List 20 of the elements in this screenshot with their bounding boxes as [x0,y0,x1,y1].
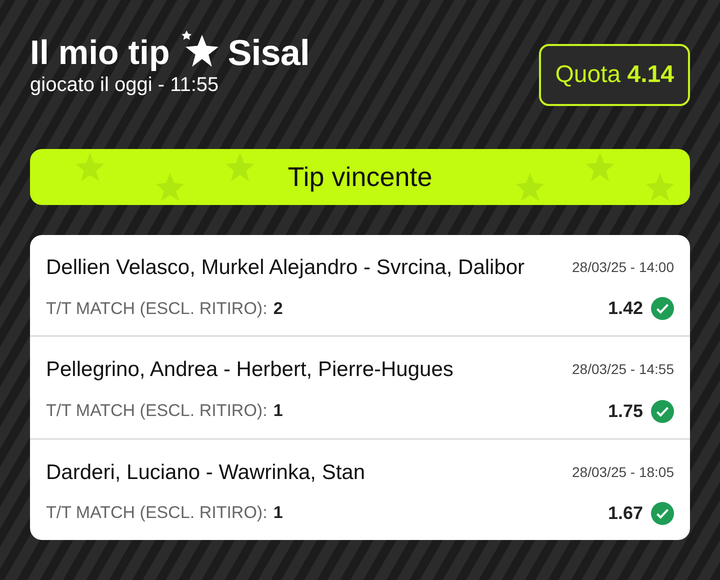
page-title: Il mio tip [30,34,170,72]
winning-tip-banner: Tip vincente [30,149,690,205]
match-datetime: 28/03/25 - 14:55 [572,361,674,378]
market-label: T/T MATCH (ESCL. RITIRO): [46,503,268,524]
market-label: T/T MATCH (ESCL. RITIRO): [46,401,268,421]
total-odds-badge: Quota 4.14 [539,44,690,106]
played-time: giocato il oggi - 11:55 [30,74,220,97]
brand-logo: Sisal [228,32,310,74]
bet-odds: 1.67 [608,502,643,524]
match-datetime: 28/03/25 - 18:05 [572,464,674,480]
match-name: Dellien Velasco, Murkel Alejandro - Svrcina, Dalibor [46,255,525,281]
match-name: Darderi, Luciano - Wawrinka, Stan [46,460,366,486]
match-name: Pellegrino, Andrea - Herbert, Pierre-Hugues [46,357,454,384]
match-datetime: 28/03/25 - 14:00 [572,259,674,275]
pick-value: 1 [273,401,284,421]
bet-odds: 1.75 [608,400,643,422]
pick-value: 1 [273,503,284,524]
bet-odds: 1.42 [608,298,643,320]
pick-value: 2 [273,298,284,319]
market-label: T/T MATCH (ESCL. RITIRO): [46,298,268,319]
